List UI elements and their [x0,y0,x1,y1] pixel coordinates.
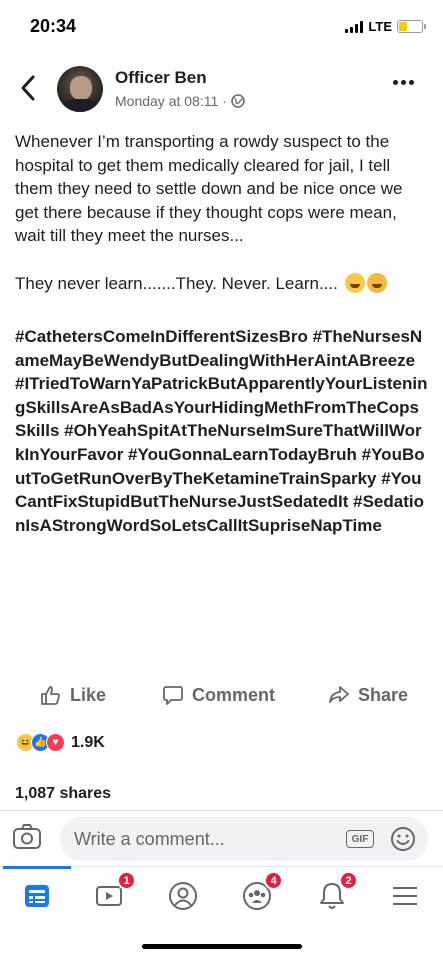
avatar[interactable] [57,66,103,112]
groups-badge: 4 [264,871,283,890]
battery-level [399,22,407,31]
post-timestamp[interactable]: Monday at 08:11 · [115,93,227,109]
flushed-emoji-icon [366,272,387,293]
tab-watch[interactable]: 1 [90,871,136,913]
post-meta: Monday at 08:11 · [115,93,245,109]
active-tab-indicator [3,866,71,869]
tab-profile[interactable] [163,879,203,913]
comment-input[interactable]: Write a comment... GIF [60,817,428,861]
reactions-summary[interactable]: 😆 👍 ♥ 1.9K [16,733,105,752]
post-actions: Like Comment Share [0,677,443,713]
status-time: 20:34 [30,16,77,36]
chevron-left-icon[interactable] [18,73,38,103]
post-body: Whenever I’m transporting a rowdy suspec… [15,130,430,295]
share-count[interactable]: 1,087 shares [15,785,111,803]
notifications-badge: 2 [339,871,358,890]
signal-icon [345,20,364,33]
post-hashtags[interactable]: #CathetersComeInDifferentSizesBro #TheNu… [15,325,429,537]
comment-composer: Write a comment... GIF [0,810,443,866]
like-button[interactable]: Like [40,677,106,713]
camera-icon[interactable] [12,823,42,851]
status-indicators: LTE [345,19,426,34]
reaction-count: 1.9K [71,733,105,751]
post-paragraph-2: They never learn.......They. Never. Lear… [15,272,430,296]
profile-icon [169,882,197,910]
comment-button[interactable]: Comment [162,677,275,713]
tab-groups[interactable]: 4 [237,871,283,913]
post-paragraph-text: They never learn.......They. Never. Lear… [15,273,338,293]
menu-icon [393,887,417,905]
news-feed-icon [25,885,49,907]
home-indicator [142,944,302,949]
laughing-emoji-icon [344,272,365,293]
tab-menu[interactable] [385,879,425,913]
post-header: Officer Ben Monday at 08:11 · [0,60,443,124]
author-name[interactable]: Officer Ben [115,68,207,88]
battery-icon [397,20,426,33]
status-bar: 20:34 LTE [0,0,443,52]
tab-news-feed[interactable] [17,879,57,913]
ellipsis-icon[interactable] [393,80,415,86]
thumbs-up-icon [41,686,60,705]
share-label: Share [358,684,409,705]
gif-button[interactable]: GIF [346,830,374,848]
watch-badge: 1 [117,871,136,890]
globe-icon [231,94,245,108]
share-button[interactable]: Share [328,677,408,713]
comment-label: Comment [192,684,276,705]
love-reaction-icon: ♥ [46,733,65,752]
network-label: LTE [368,19,392,34]
share-icon [329,686,349,703]
post-paragraph: Whenever I’m transporting a rowdy suspec… [15,132,403,246]
like-label: Like [70,684,107,705]
tab-notifications[interactable]: 2 [312,871,358,913]
comment-placeholder: Write a comment... [74,829,225,849]
smiley-icon[interactable] [390,826,416,852]
comment-icon [163,686,183,705]
